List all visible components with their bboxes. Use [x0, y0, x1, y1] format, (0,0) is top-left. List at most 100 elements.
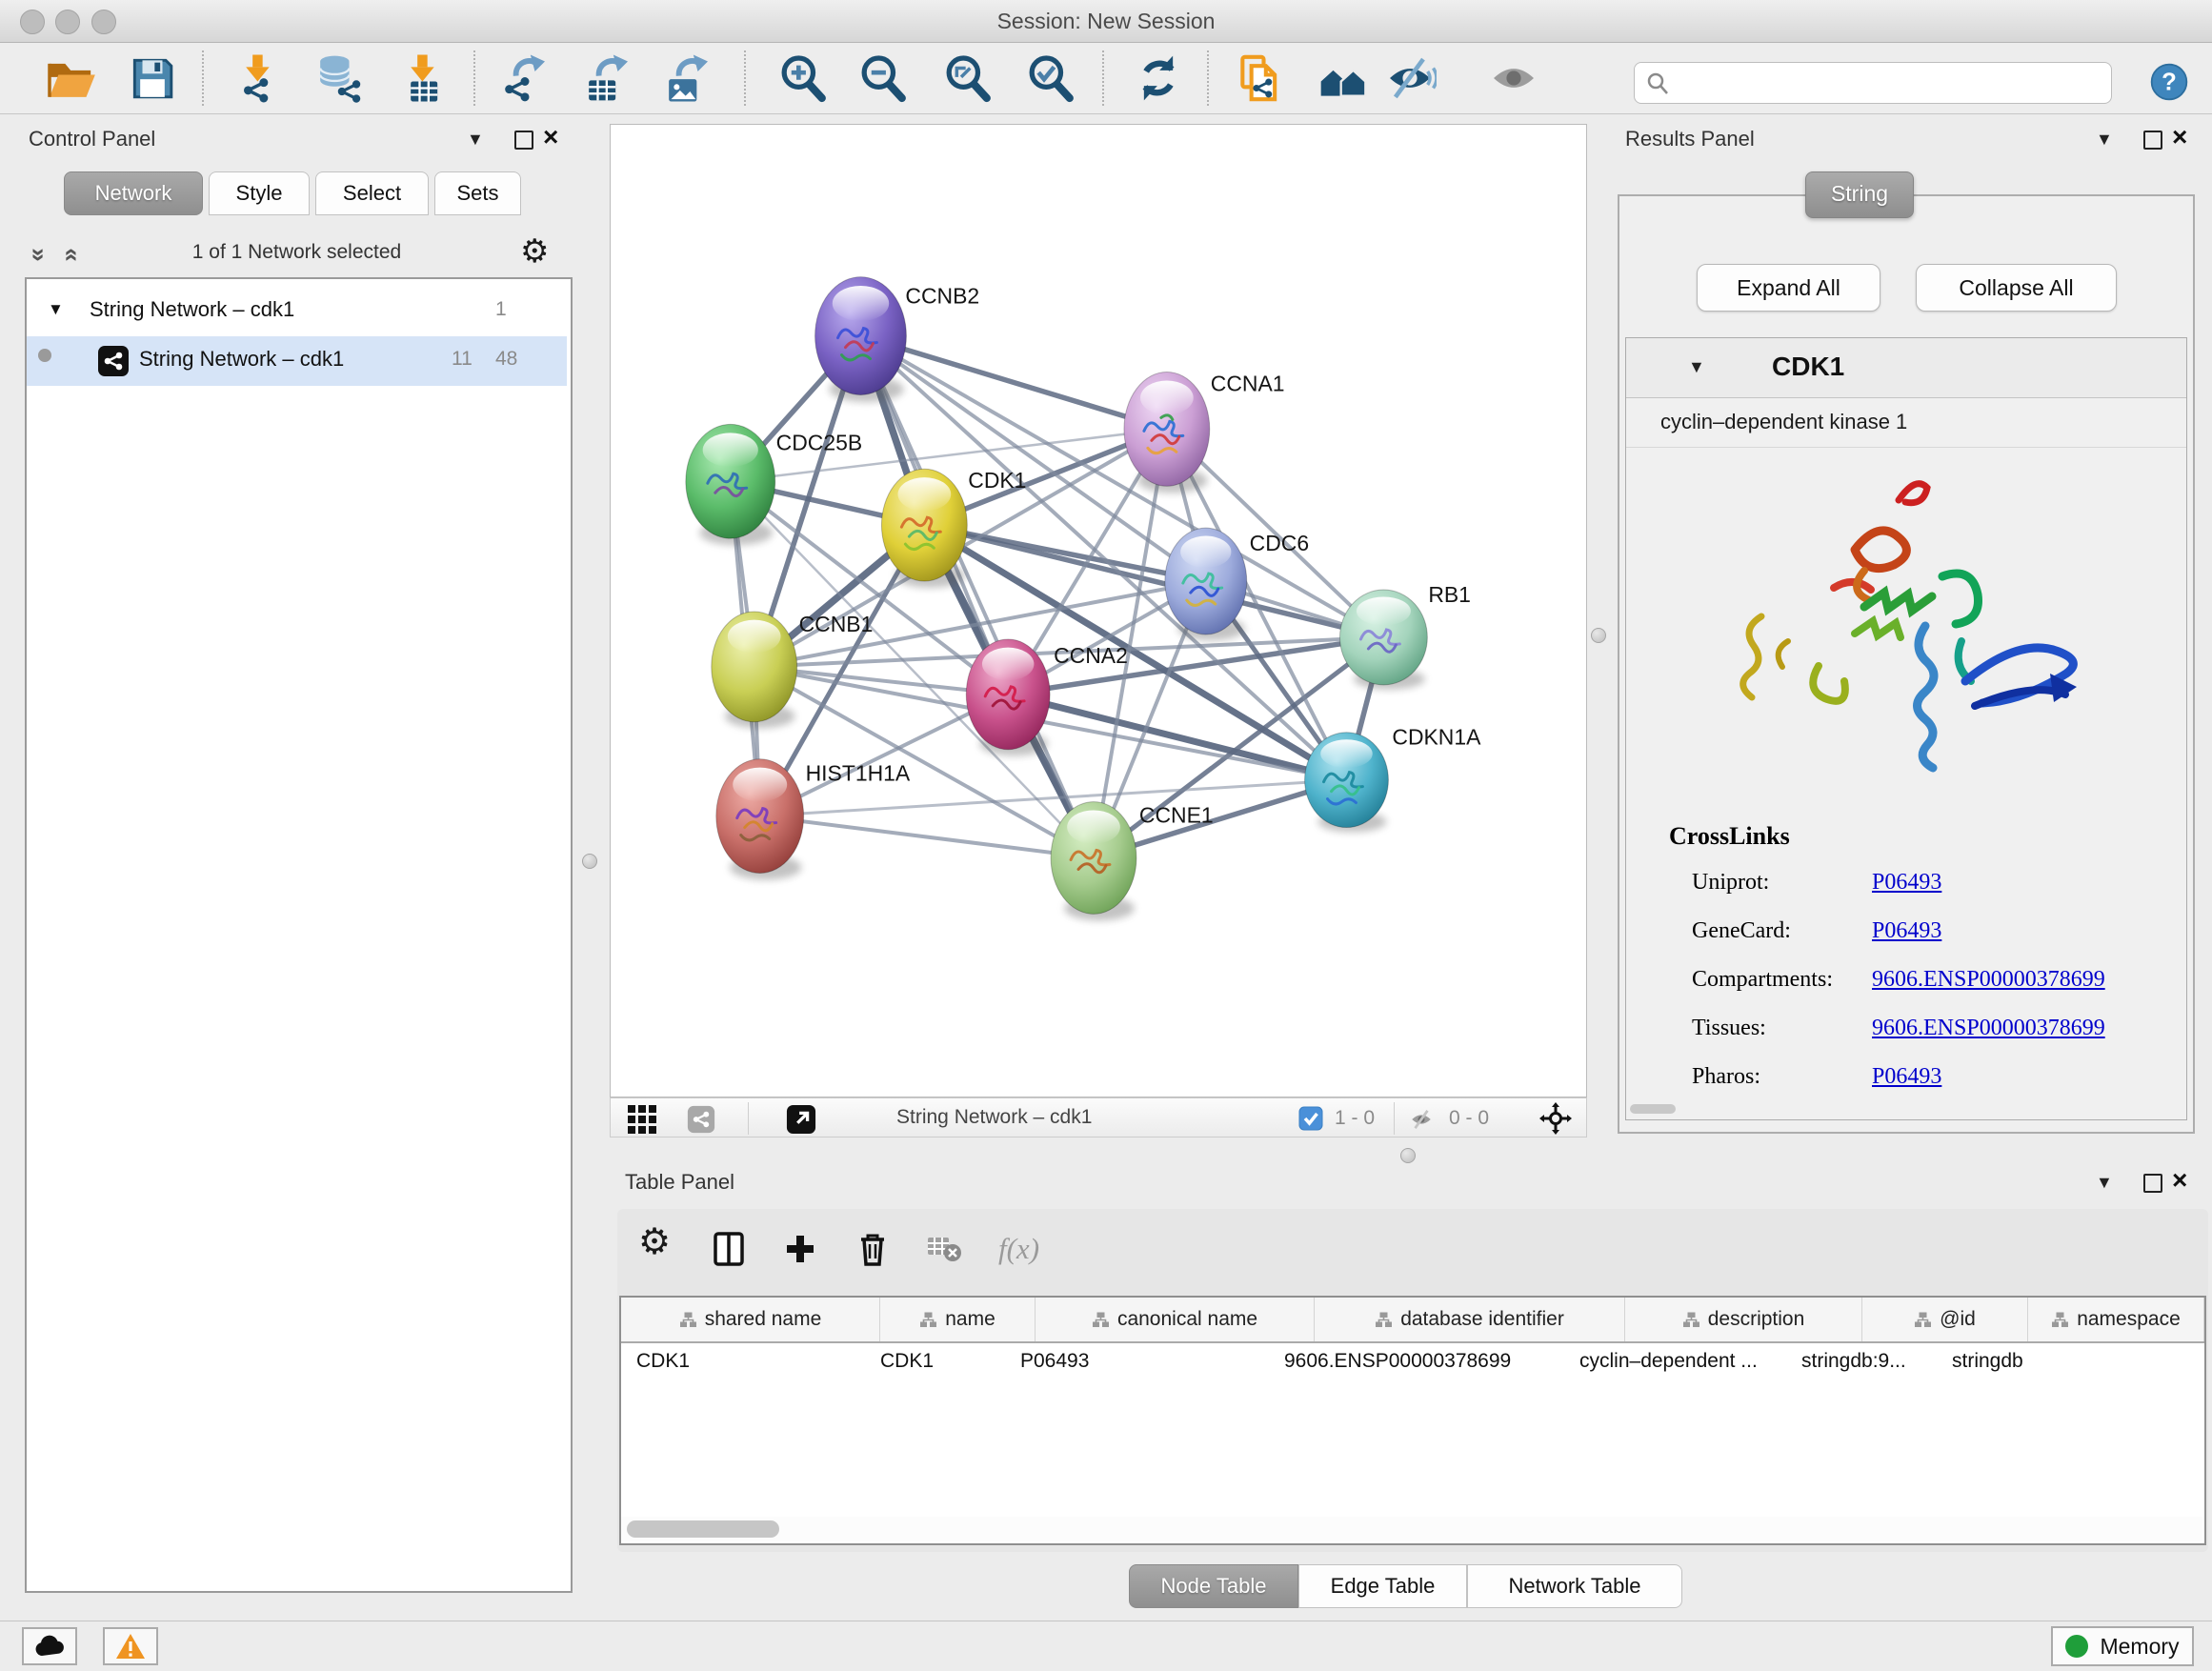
- tab-select[interactable]: Select: [315, 171, 429, 215]
- network-node-ccna1[interactable]: CCNA1: [1124, 371, 1285, 493]
- results-panel-close-icon[interactable]: ×: [2172, 128, 2187, 147]
- right-splitter-handle[interactable]: [1591, 628, 1606, 643]
- tab-style[interactable]: Style: [209, 171, 310, 215]
- results-panel-menu-icon[interactable]: ▼: [2096, 130, 2113, 150]
- expand-all-button[interactable]: Expand All: [1697, 264, 1880, 312]
- grid-view-icon[interactable]: [628, 1105, 656, 1138]
- string-network-graph[interactable]: CCNB2CCNA1CDC25BCDK1CDC6RB1CCNB1CCNA2CDK…: [611, 125, 1586, 1097]
- table-hscrollbar-thumb[interactable]: [627, 1520, 779, 1538]
- selected-checkbox-icon[interactable]: [1298, 1106, 1323, 1136]
- gene-section-header[interactable]: ▼ CDK1: [1626, 338, 2186, 398]
- table-settings-gear-icon[interactable]: ⚙: [638, 1220, 680, 1262]
- network-node-ccnb1[interactable]: CCNB1: [712, 612, 874, 729]
- import-table-icon[interactable]: [396, 51, 450, 105]
- control-panel-close-icon[interactable]: ×: [543, 128, 558, 147]
- hide-selected-icon[interactable]: [1383, 51, 1437, 105]
- function-builder-icon[interactable]: f(x): [998, 1232, 1039, 1266]
- column-header-description[interactable]: description: [1625, 1298, 1862, 1341]
- table-cell[interactable]: stringdb:9...: [1786, 1343, 1937, 1383]
- table-panel-close-icon[interactable]: ×: [2172, 1171, 2187, 1190]
- network-node-cdc6[interactable]: CDC6: [1165, 528, 1309, 640]
- results-hscrollbar[interactable]: [1630, 1104, 1676, 1114]
- duplicate-network-icon[interactable]: [1234, 51, 1287, 105]
- column-header-namespace[interactable]: namespace: [2028, 1298, 2204, 1341]
- crosslink-link[interactable]: P06493: [1872, 1064, 1941, 1090]
- delete-table-icon[interactable]: [924, 1230, 966, 1272]
- table-row[interactable]: CDK1CDK1P064939606.ENSP00000378699cyclin…: [621, 1343, 2204, 1383]
- network-edge[interactable]: [760, 816, 1094, 858]
- help-icon[interactable]: ?: [2148, 61, 2190, 103]
- table-cell[interactable]: stringdb: [1937, 1343, 2098, 1383]
- table-panel-menu-icon[interactable]: ▼: [2096, 1173, 2113, 1193]
- tree-expand-icon[interactable]: ▼: [48, 300, 64, 319]
- collection-count: 1: [495, 298, 507, 321]
- hidden-eye-icon[interactable]: [1407, 1107, 1436, 1137]
- warnings-button[interactable]: [103, 1627, 158, 1665]
- zoom-in-icon[interactable]: [776, 51, 830, 105]
- column-header-sharedname[interactable]: shared name: [621, 1298, 880, 1341]
- column-header-databaseidentifier[interactable]: database identifier: [1315, 1298, 1625, 1341]
- crosslink-link[interactable]: P06493: [1872, 870, 1941, 896]
- table-cell[interactable]: CDK1: [621, 1343, 865, 1383]
- tab-network-table[interactable]: Network Table: [1467, 1564, 1682, 1608]
- network-node-rb1[interactable]: RB1: [1340, 582, 1471, 690]
- column-header-name[interactable]: name: [880, 1298, 1036, 1341]
- crosslink-link[interactable]: 9606.ENSP00000378699: [1872, 1016, 2105, 1041]
- results-panel-float-icon[interactable]: [2143, 131, 2162, 150]
- network-node-ccnb2[interactable]: CCNB2: [815, 277, 980, 402]
- network-node-ccne1[interactable]: CCNE1: [1051, 802, 1214, 921]
- zoom-out-icon[interactable]: [856, 51, 910, 105]
- table-cell[interactable]: cyclin–dependent ...: [1564, 1343, 1786, 1383]
- gene-collapse-icon[interactable]: ▼: [1688, 357, 1705, 377]
- zoom-fit-icon[interactable]: [941, 51, 995, 105]
- detach-view-icon[interactable]: [786, 1104, 816, 1139]
- crosslink-link[interactable]: 9606.ENSP00000378699: [1872, 967, 2105, 993]
- table-cell[interactable]: 9606.ENSP00000378699: [1269, 1343, 1564, 1383]
- delete-column-icon[interactable]: [854, 1230, 895, 1272]
- tab-edge-table[interactable]: Edge Table: [1298, 1564, 1467, 1608]
- tab-string[interactable]: String: [1805, 171, 1914, 218]
- network-node-ccna2[interactable]: CCNA2: [966, 639, 1128, 756]
- tab-node-table[interactable]: Node Table: [1129, 1564, 1298, 1608]
- add-column-icon[interactable]: [781, 1230, 823, 1272]
- network-collection-row[interactable]: ▼ String Network – cdk1 1: [27, 287, 567, 336]
- left-splitter-handle[interactable]: [582, 854, 597, 869]
- table-panel-float-icon[interactable]: [2143, 1174, 2162, 1193]
- control-panel-float-icon[interactable]: [514, 131, 533, 150]
- memory-button[interactable]: Memory: [2051, 1626, 2194, 1666]
- cloud-status-button[interactable]: [22, 1627, 77, 1665]
- open-file-icon[interactable]: [43, 51, 96, 105]
- collapse-all-button[interactable]: Collapse All: [1916, 264, 2117, 312]
- horizontal-splitter-handle[interactable]: [1400, 1148, 1416, 1163]
- zoom-selected-icon[interactable]: [1024, 51, 1077, 105]
- column-header-id[interactable]: @id: [1862, 1298, 2028, 1341]
- import-database-icon[interactable]: [312, 51, 366, 105]
- network-edge[interactable]: [860, 336, 1166, 430]
- tab-network[interactable]: Network: [64, 171, 203, 215]
- export-image-icon[interactable]: [661, 51, 714, 105]
- toolbar-separator: [1207, 50, 1209, 106]
- network-row-selected[interactable]: String Network – cdk1 11 48: [27, 336, 567, 386]
- network-type-icon[interactable]: [687, 1105, 715, 1138]
- first-neighbors-icon[interactable]: [1317, 51, 1370, 105]
- crosslink-link[interactable]: P06493: [1872, 918, 1941, 944]
- tab-sets[interactable]: Sets: [434, 171, 521, 215]
- network-view-canvas[interactable]: CCNB2CCNA1CDC25BCDK1CDC6RB1CCNB1CCNA2CDK…: [610, 124, 1587, 1097]
- network-node-hist1h1a[interactable]: HIST1H1A: [716, 759, 911, 880]
- export-network-icon[interactable]: [498, 51, 552, 105]
- save-session-icon[interactable]: [126, 51, 179, 105]
- pan-crosshair-icon[interactable]: [1539, 1102, 1572, 1139]
- show-all-icon[interactable]: [1487, 51, 1540, 105]
- table-cell[interactable]: CDK1: [865, 1343, 1005, 1383]
- import-network-icon[interactable]: [231, 51, 285, 105]
- refresh-icon[interactable]: [1132, 51, 1185, 105]
- table-cell[interactable]: P06493: [1005, 1343, 1269, 1383]
- column-header-canonicalname[interactable]: canonical name: [1036, 1298, 1315, 1341]
- network-node-cdkn1a[interactable]: CDKN1A: [1305, 725, 1482, 833]
- control-panel-menu-icon[interactable]: ▼: [467, 130, 484, 150]
- search-input[interactable]: [1634, 62, 2112, 104]
- crosslink-label: Pharos:: [1692, 1064, 1760, 1090]
- network-options-gear-icon[interactable]: ⚙: [520, 232, 549, 271]
- export-table-icon[interactable]: [581, 51, 634, 105]
- show-columns-icon[interactable]: [711, 1230, 753, 1272]
